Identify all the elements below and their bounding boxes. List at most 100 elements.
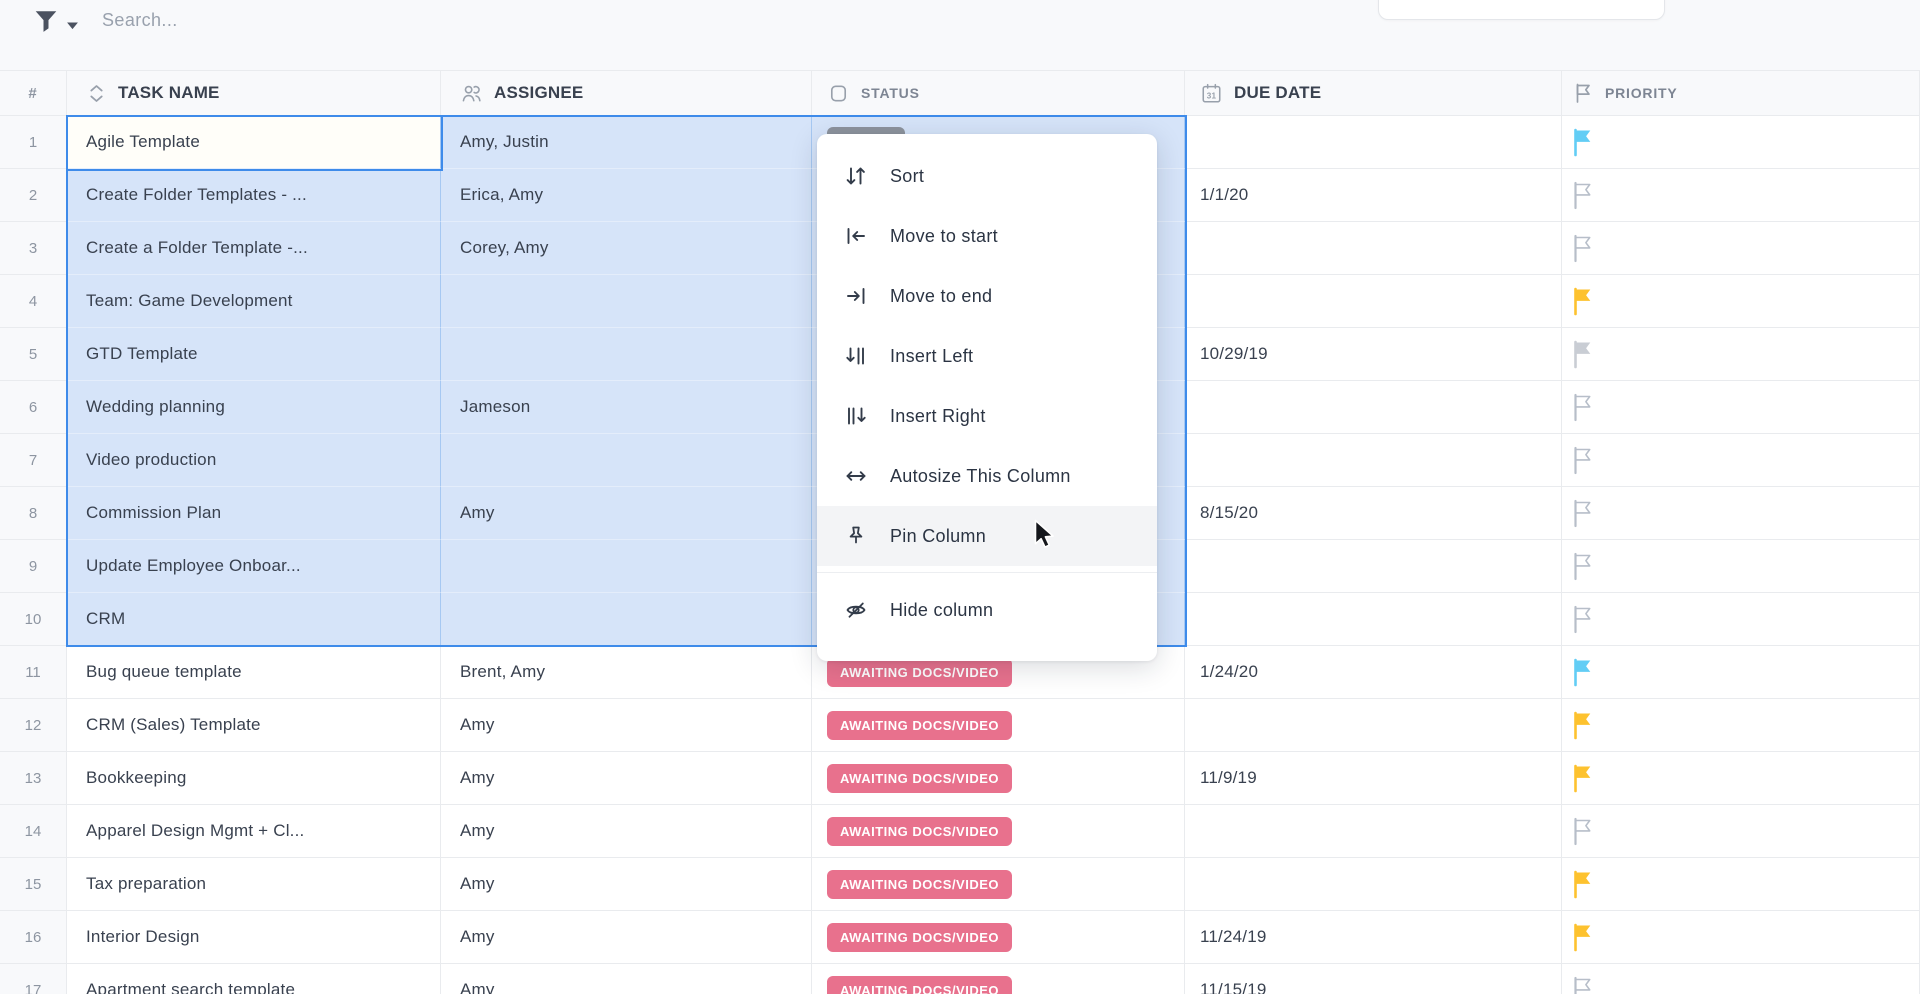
assignee-cell[interactable]: Amy	[441, 699, 812, 752]
menu-item-insert-left[interactable]: Insert Left	[817, 326, 1157, 386]
due-date-cell[interactable]	[1185, 805, 1562, 858]
task-name-cell[interactable]: Apartment search template	[67, 964, 441, 994]
priority-cell[interactable]	[1562, 169, 1920, 222]
column-header-priority[interactable]: PRIORITY	[1562, 71, 1920, 115]
priority-cell[interactable]	[1562, 858, 1920, 911]
assignee-cell[interactable]	[441, 434, 812, 487]
row-number[interactable]: 7	[0, 434, 67, 487]
row-number[interactable]: 4	[0, 275, 67, 328]
menu-item-pin-column[interactable]: Pin Column	[817, 506, 1157, 566]
assignee-cell[interactable]	[441, 593, 812, 646]
due-date-cell[interactable]	[1185, 593, 1562, 646]
assignee-cell[interactable]: Amy	[441, 805, 812, 858]
task-name-cell[interactable]: Team: Game Development	[67, 275, 441, 328]
menu-item-hide-column[interactable]: Hide column	[817, 580, 1157, 640]
assignee-cell[interactable]: Amy	[441, 911, 812, 964]
row-number[interactable]: 2	[0, 169, 67, 222]
priority-cell[interactable]	[1562, 540, 1920, 593]
due-date-cell[interactable]: 1/24/20	[1185, 646, 1562, 699]
task-name-cell[interactable]: Create a Folder Template -...	[67, 222, 441, 275]
due-date-cell[interactable]	[1185, 699, 1562, 752]
menu-item-insert-right[interactable]: Insert Right	[817, 386, 1157, 446]
column-header-due-date[interactable]: 31 DUE DATE	[1185, 71, 1562, 115]
column-header-task-name[interactable]: TASK NAME	[67, 71, 441, 115]
priority-cell[interactable]	[1562, 116, 1920, 169]
assignee-cell[interactable]: Amy	[441, 487, 812, 540]
due-date-cell[interactable]	[1185, 434, 1562, 487]
task-name-cell[interactable]: CRM	[67, 593, 441, 646]
column-header-number[interactable]: #	[0, 71, 67, 115]
task-name-cell[interactable]: Update Employee Onboar...	[67, 540, 441, 593]
due-date-cell[interactable]	[1185, 222, 1562, 275]
task-name-cell[interactable]: Bookkeeping	[67, 752, 441, 805]
assignee-cell[interactable]: Jameson	[441, 381, 812, 434]
row-number[interactable]: 11	[0, 646, 67, 699]
search-input[interactable]: Search...	[102, 10, 178, 31]
menu-item-move-to-start[interactable]: Move to start	[817, 206, 1157, 266]
task-name-cell[interactable]: Apparel Design Mgmt + Cl...	[67, 805, 441, 858]
menu-item-autosize-this-column[interactable]: Autosize This Column	[817, 446, 1157, 506]
status-cell[interactable]: AWAITING DOCS/VIDEO	[812, 752, 1185, 805]
row-number[interactable]: 6	[0, 381, 67, 434]
due-date-cell[interactable]: 11/9/19	[1185, 752, 1562, 805]
row-number[interactable]: 13	[0, 752, 67, 805]
due-date-cell[interactable]	[1185, 858, 1562, 911]
task-name-cell[interactable]: Commission Plan	[67, 487, 441, 540]
assignee-cell[interactable]: Amy	[441, 964, 812, 994]
assignee-cell[interactable]: Amy	[441, 858, 812, 911]
status-cell[interactable]: AWAITING DOCS/VIDEO	[812, 699, 1185, 752]
row-number[interactable]: 3	[0, 222, 67, 275]
priority-cell[interactable]	[1562, 328, 1920, 381]
priority-cell[interactable]	[1562, 805, 1920, 858]
task-name-cell[interactable]: Agile Template	[67, 116, 441, 169]
due-date-cell[interactable]	[1185, 540, 1562, 593]
filter-button[interactable]	[33, 8, 59, 34]
status-cell[interactable]: AWAITING DOCS/VIDEO	[812, 805, 1185, 858]
due-date-cell[interactable]	[1185, 381, 1562, 434]
due-date-cell[interactable]	[1185, 275, 1562, 328]
due-date-cell[interactable]: 11/15/19	[1185, 964, 1562, 994]
column-header-status[interactable]: STATUS	[812, 71, 1185, 115]
due-date-cell[interactable]: 11/24/19	[1185, 911, 1562, 964]
priority-cell[interactable]	[1562, 964, 1920, 994]
due-date-cell[interactable]: 1/1/20	[1185, 169, 1562, 222]
priority-cell[interactable]	[1562, 593, 1920, 646]
task-name-cell[interactable]: Interior Design	[67, 911, 441, 964]
column-header-assignee[interactable]: ASSIGNEE	[441, 71, 812, 115]
priority-cell[interactable]	[1562, 381, 1920, 434]
task-name-cell[interactable]: Wedding planning	[67, 381, 441, 434]
assignee-cell[interactable]	[441, 328, 812, 381]
assignee-cell[interactable]: Corey, Amy	[441, 222, 812, 275]
assignee-cell[interactable]	[441, 540, 812, 593]
row-number[interactable]: 15	[0, 858, 67, 911]
priority-cell[interactable]	[1562, 752, 1920, 805]
assignee-cell[interactable]: Amy, Justin	[441, 116, 812, 169]
row-number[interactable]: 5	[0, 328, 67, 381]
priority-cell[interactable]	[1562, 699, 1920, 752]
due-date-cell[interactable]	[1185, 116, 1562, 169]
task-name-cell[interactable]: GTD Template	[67, 328, 441, 381]
row-number[interactable]: 16	[0, 911, 67, 964]
row-number[interactable]: 12	[0, 699, 67, 752]
assignee-cell[interactable]	[441, 275, 812, 328]
assignee-cell[interactable]: Brent, Amy	[441, 646, 812, 699]
priority-cell[interactable]	[1562, 222, 1920, 275]
row-number[interactable]: 8	[0, 487, 67, 540]
assignee-cell[interactable]: Erica, Amy	[441, 169, 812, 222]
task-name-cell[interactable]: Bug queue template	[67, 646, 441, 699]
priority-cell[interactable]	[1562, 911, 1920, 964]
status-cell[interactable]: AWAITING DOCS/VIDEO	[812, 858, 1185, 911]
status-cell[interactable]: AWAITING DOCS/VIDEO	[812, 964, 1185, 994]
due-date-cell[interactable]: 8/15/20	[1185, 487, 1562, 540]
priority-cell[interactable]	[1562, 487, 1920, 540]
row-number[interactable]: 10	[0, 593, 67, 646]
task-name-cell[interactable]: Video production	[67, 434, 441, 487]
task-name-cell[interactable]: Tax preparation	[67, 858, 441, 911]
row-number[interactable]: 17	[0, 964, 67, 994]
task-name-cell[interactable]: Create Folder Templates - ...	[67, 169, 441, 222]
priority-cell[interactable]	[1562, 646, 1920, 699]
due-date-cell[interactable]: 10/29/19	[1185, 328, 1562, 381]
chevron-down-icon[interactable]	[66, 17, 79, 26]
row-number[interactable]: 9	[0, 540, 67, 593]
menu-item-move-to-end[interactable]: Move to end	[817, 266, 1157, 326]
